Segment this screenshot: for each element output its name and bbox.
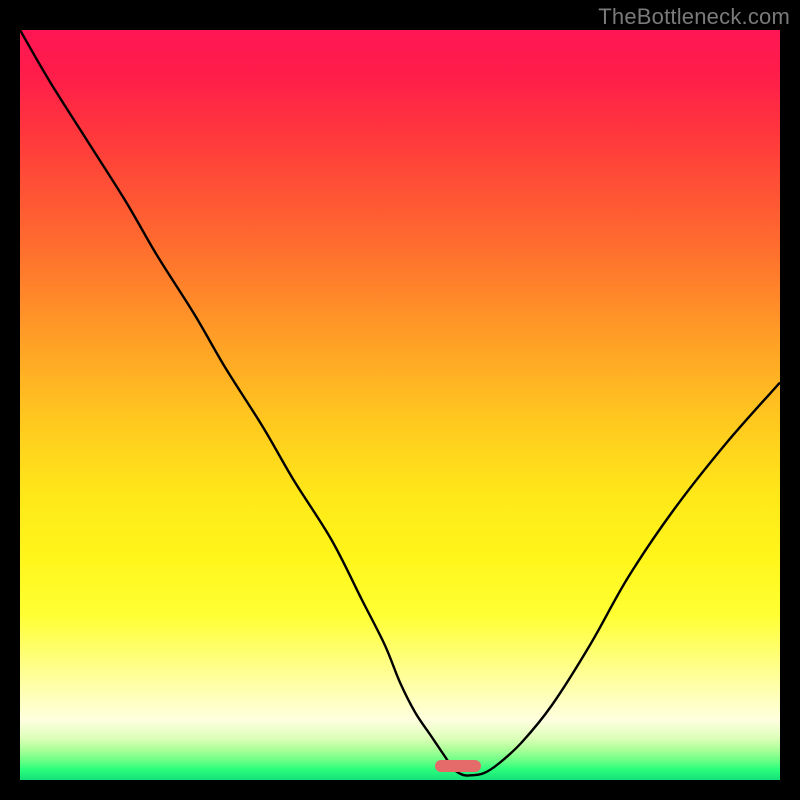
attribution-text: TheBottleneck.com	[598, 4, 790, 30]
bottleneck-curve	[20, 30, 780, 780]
optimal-point-marker	[435, 760, 481, 772]
curve-path	[20, 30, 780, 776]
plot-frame	[20, 30, 780, 780]
